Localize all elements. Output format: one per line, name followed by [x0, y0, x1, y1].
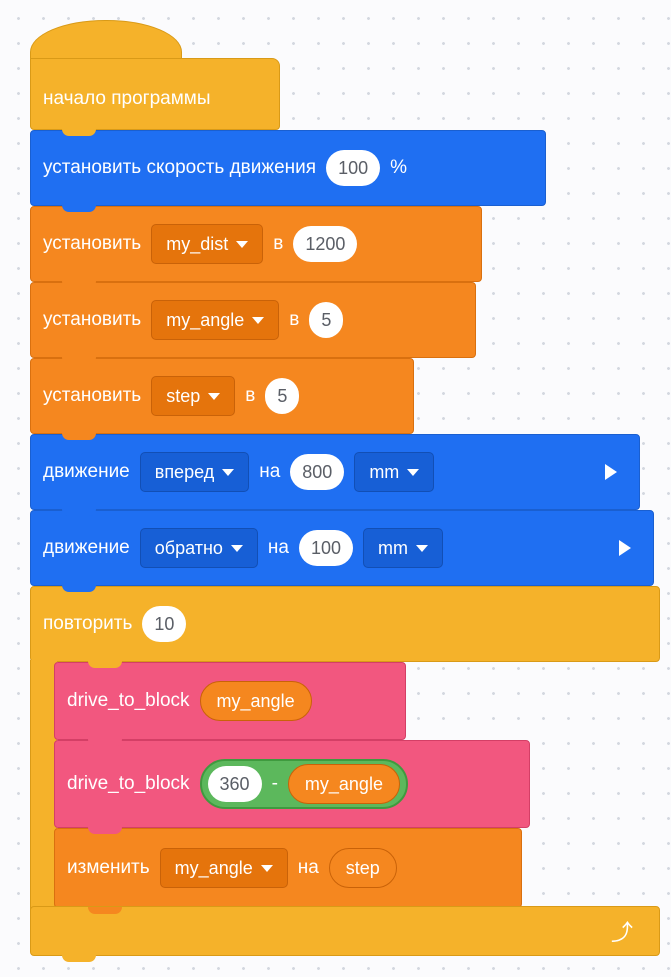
start-program-block[interactable]: начало программы: [30, 58, 280, 130]
subtract-sign: -: [271, 773, 278, 794]
play-icon[interactable]: [619, 540, 631, 556]
repeat-count-input[interactable]: 10: [142, 606, 187, 642]
my-angle-reporter[interactable]: my_angle: [199, 681, 312, 721]
set-my-dist-preposition: в: [273, 233, 284, 254]
subtract-right-reporter[interactable]: my_angle: [287, 764, 400, 804]
set-step-label: установить: [43, 385, 142, 406]
repeat-block-bottom: ⤴: [30, 906, 660, 956]
block-notch: [88, 827, 122, 834]
change-variable-name: my_angle: [174, 857, 253, 878]
change-preposition: на: [297, 857, 319, 878]
forward-unit-dropdown[interactable]: mm: [354, 452, 435, 492]
block-notch: [62, 281, 96, 288]
chevron-down-icon: [416, 544, 429, 552]
set-speed-block[interactable]: установить скорость движения 100 %: [30, 130, 546, 206]
chevron-down-icon: [230, 544, 243, 552]
direction-back-value: обратно: [154, 537, 223, 558]
my-dist-value-input[interactable]: 1200: [293, 226, 358, 262]
drive-to-block-1[interactable]: drive_to_block my_angle: [54, 662, 406, 740]
repeat-label: повторить: [43, 613, 133, 634]
set-my-angle-block[interactable]: установить my_angle в 5: [30, 282, 476, 358]
speed-unit: %: [390, 157, 408, 178]
change-label: изменить: [67, 857, 150, 878]
step-value-input[interactable]: 5: [265, 378, 300, 414]
block-notch: [62, 357, 96, 364]
drive-to-block-2[interactable]: drive_to_block 360 - my_angle: [54, 740, 530, 828]
chevron-down-icon: [252, 316, 265, 324]
set-step-block[interactable]: установить step в 5: [30, 358, 414, 434]
move-forward-preposition: на: [259, 461, 281, 482]
change-my-angle-block[interactable]: изменить my_angle на step: [54, 828, 522, 908]
subtract-left-input[interactable]: 360: [207, 766, 262, 802]
move-back-label: движение: [43, 537, 130, 558]
block-notch: [88, 739, 122, 746]
direction-forward-value: вперед: [154, 461, 215, 482]
back-unit-value: mm: [378, 537, 409, 558]
move-back-preposition: на: [267, 537, 289, 558]
my-dist-variable-name: my_dist: [166, 233, 229, 254]
block-notch: [62, 433, 96, 440]
my-angle-variable-name: my_angle: [166, 309, 245, 330]
block-notch: [62, 585, 96, 592]
block-notch: [88, 661, 122, 668]
chevron-down-icon: [222, 468, 235, 476]
set-step-preposition: в: [245, 385, 256, 406]
subtract-operator-block[interactable]: 360 - my_angle: [199, 759, 408, 809]
block-notch: [88, 907, 122, 914]
block-notch: [62, 129, 96, 136]
forward-distance-input[interactable]: 800: [290, 454, 345, 490]
move-forward-block[interactable]: движение вперед на 800 mm: [30, 434, 640, 510]
block-notch: [62, 205, 96, 212]
step-variable-dropdown[interactable]: step: [151, 376, 236, 416]
block-notch: [62, 955, 96, 962]
drive-to-block-2-label: drive_to_block: [67, 773, 190, 794]
back-distance-input[interactable]: 100: [298, 530, 354, 566]
move-forward-label: движение: [43, 461, 130, 482]
step-reporter[interactable]: step: [328, 848, 397, 888]
block-notch: [62, 509, 96, 516]
direction-forward-dropdown[interactable]: вперед: [139, 452, 250, 492]
my-angle-variable-dropdown[interactable]: my_angle: [151, 300, 280, 340]
set-my-angle-label: установить: [43, 309, 142, 330]
step-variable-name: step: [166, 385, 201, 406]
move-back-block[interactable]: движение обратно на 100 mm: [30, 510, 654, 586]
my-angle-value-input[interactable]: 5: [309, 302, 344, 338]
my-dist-variable-dropdown[interactable]: my_dist: [151, 224, 264, 264]
set-my-dist-block[interactable]: установить my_dist в 1200: [30, 206, 482, 282]
set-my-angle-preposition: в: [289, 309, 300, 330]
repeat-block[interactable]: повторить 10: [30, 586, 660, 662]
loop-arrow-icon: ⤴: [610, 921, 633, 946]
drive-to-block-1-label: drive_to_block: [67, 690, 190, 711]
chevron-down-icon: [236, 240, 249, 248]
speed-value-input[interactable]: 100: [326, 150, 381, 186]
chevron-down-icon: [208, 392, 221, 400]
repeat-block-arm: [30, 660, 57, 910]
code-workspace[interactable]: начало программы установить скорость дви…: [0, 0, 671, 977]
play-icon[interactable]: [605, 464, 617, 480]
chevron-down-icon: [407, 468, 420, 476]
direction-back-dropdown[interactable]: обратно: [139, 528, 258, 568]
back-unit-dropdown[interactable]: mm: [363, 528, 444, 568]
set-speed-label: установить скорость движения: [43, 157, 317, 178]
forward-unit-value: mm: [369, 461, 400, 482]
chevron-down-icon: [260, 864, 273, 872]
set-my-dist-label: установить: [43, 233, 142, 254]
start-program-label: начало программы: [43, 88, 211, 109]
change-variable-dropdown[interactable]: my_angle: [159, 848, 288, 888]
